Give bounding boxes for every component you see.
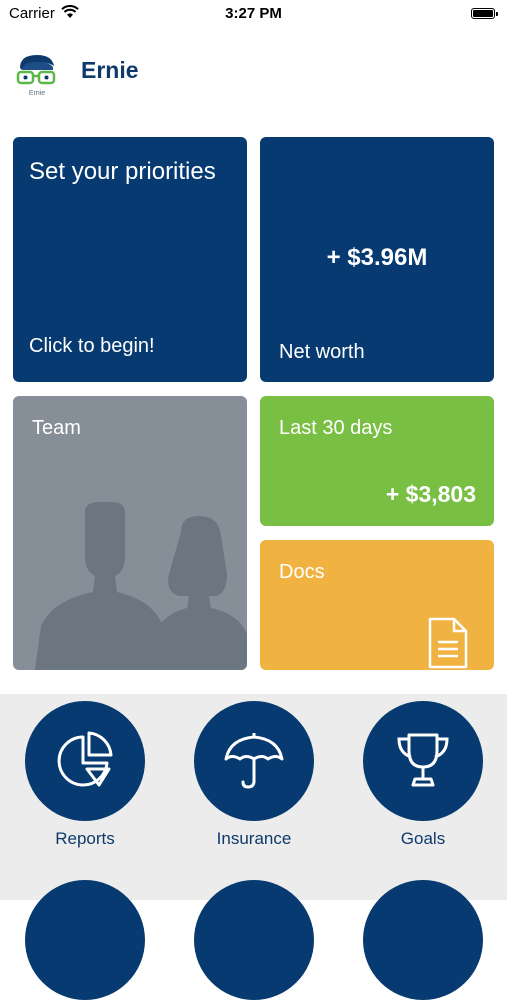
nav-reports[interactable]: Reports — [10, 701, 160, 849]
nav-insurance[interactable]: Insurance — [179, 701, 329, 849]
docs-label: Docs — [279, 561, 325, 583]
nav-row2-button-2[interactable] — [194, 880, 314, 1000]
pie-chart-icon — [57, 731, 113, 787]
nav-goals[interactable]: Goals — [348, 701, 498, 849]
goals-label: Goals — [400, 829, 446, 848]
app-title: Ernie — [81, 57, 139, 83]
insurance-label: Insurance — [216, 829, 292, 848]
app-header: Ernie Ernie — [0, 40, 507, 110]
team-label: Team — [32, 417, 81, 439]
document-icon — [428, 617, 468, 669]
nav-row2-button-1[interactable] — [25, 880, 145, 1000]
clock: 3:27 PM — [225, 5, 282, 22]
net-worth-value: + $3.96M — [326, 244, 428, 271]
priorities-title: Set your priorities — [29, 158, 216, 185]
reports-button[interactable] — [25, 701, 145, 821]
trophy-icon — [397, 733, 449, 787]
last-30-days-value: + $3,803 — [385, 481, 476, 507]
bottom-navigation: Reports Insurance Goals — [0, 694, 507, 1000]
net-worth-tile[interactable]: + $3.96M Net worth — [260, 137, 494, 382]
ernie-logo: Ernie — [16, 55, 56, 97]
last-30-days-tile[interactable]: Last 30 days + $3,803 — [260, 396, 494, 526]
logo-caption: Ernie — [29, 90, 45, 97]
nav-row2-button-3[interactable] — [363, 880, 483, 1000]
net-worth-label: Net worth — [279, 341, 365, 363]
reports-label: Reports — [55, 829, 115, 848]
insurance-button[interactable] — [194, 701, 314, 821]
status-bar: Carrier 3:27 PM — [0, 0, 507, 28]
last-30-days-label: Last 30 days — [279, 417, 393, 439]
umbrella-icon — [224, 733, 284, 789]
battery-icon — [471, 8, 498, 19]
priorities-cta: Click to begin! — [29, 335, 155, 357]
team-tile[interactable]: Team — [13, 396, 247, 670]
priorities-tile[interactable]: Set your priorities Click to begin! — [13, 137, 247, 382]
team-silhouette-icon — [35, 502, 247, 670]
docs-tile[interactable]: Docs — [260, 540, 494, 670]
goals-button[interactable] — [363, 701, 483, 821]
